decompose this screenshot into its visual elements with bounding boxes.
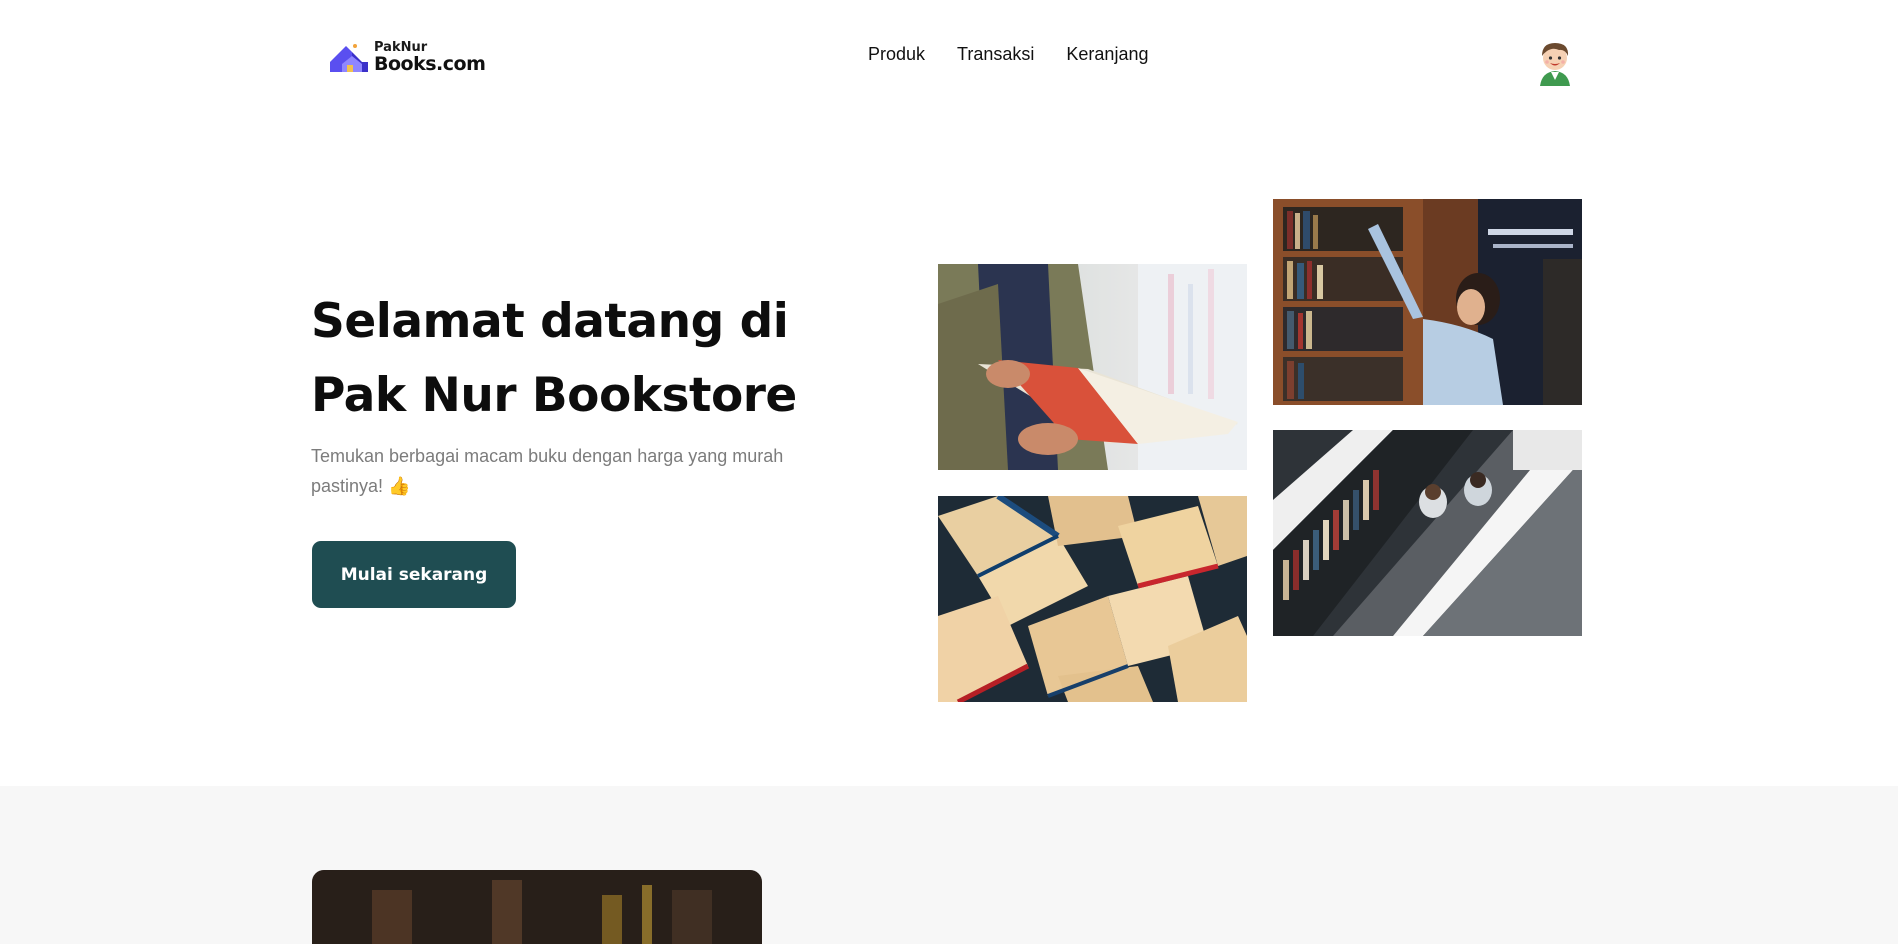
hero-subtitle: Temukan berbagai macam buku dengan harga… <box>311 446 784 496</box>
site-header: PakNur Books.com Produk Transaksi Keranj… <box>0 0 1898 115</box>
nav-keranjang[interactable]: Keranjang <box>1066 44 1148 65</box>
main-nav: Produk Transaksi Keranjang <box>868 44 1148 65</box>
gallery-image-library-shelf <box>1273 199 1582 405</box>
nav-produk[interactable]: Produk <box>868 44 925 65</box>
house-logo-icon <box>330 44 368 72</box>
gallery-image-library-aisle <box>1273 430 1582 636</box>
logo-line2: Books.com <box>374 53 486 75</box>
lower-section <box>0 786 1898 944</box>
gallery-image-books-pile <box>938 496 1247 702</box>
hero-title-line1: Selamat datang di <box>311 294 789 349</box>
hero-title-line2: Pak Nur Bookstore <box>311 368 797 423</box>
featured-library-image <box>312 870 762 944</box>
start-now-button[interactable]: Mulai sekarang <box>312 541 516 608</box>
gallery-image-reading <box>938 264 1247 470</box>
nav-transaksi[interactable]: Transaksi <box>957 44 1034 65</box>
hero-title: Selamat datang di Pak Nur Bookstore <box>311 285 797 433</box>
user-avatar-icon[interactable] <box>1532 36 1578 86</box>
brand-logo[interactable]: PakNur Books.com <box>328 38 486 75</box>
